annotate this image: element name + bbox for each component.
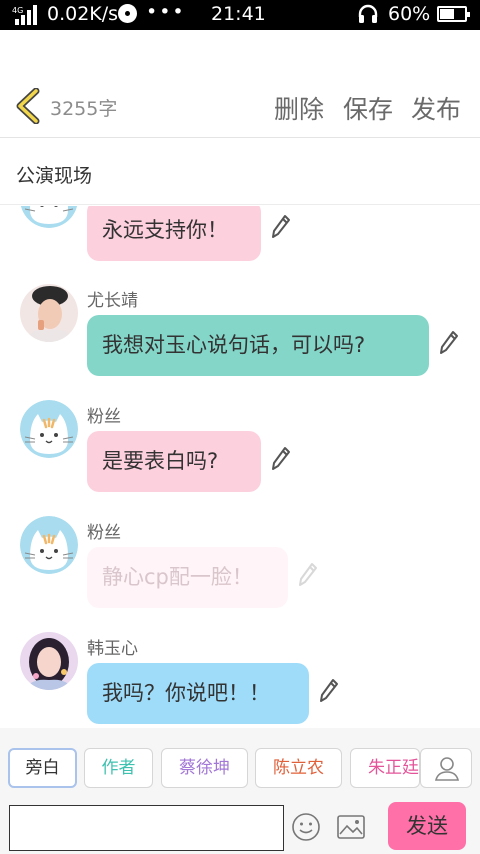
edit-pencil-icon[interactable] (298, 562, 318, 588)
role-label: 朱正廷 (368, 758, 419, 778)
cat-avatar-icon (20, 206, 78, 228)
role-zhuzhengting[interactable]: 朱正廷 (350, 748, 420, 788)
music-disc-icon (118, 4, 137, 23)
edit-pencil-icon[interactable] (439, 330, 459, 356)
role-label: 陈立农 (273, 758, 324, 778)
sender-name: 粉丝 (87, 407, 121, 427)
battery-percent: 60% (388, 3, 431, 25)
role-label: 作者 (101, 758, 136, 778)
add-role-button[interactable] (420, 748, 472, 788)
story-title: 公演现场 (16, 165, 93, 187)
image-icon[interactable] (336, 812, 366, 842)
message-text: 永远支持你！ (102, 218, 228, 242)
overflow-dots: ••• (146, 1, 186, 23)
sender-name: 韩玉心 (87, 639, 138, 659)
chat-bubble[interactable]: 我吗？你说吧！！ (87, 663, 309, 724)
role-label: 旁白 (25, 758, 60, 778)
role-selector: 旁白 作者 蔡徐坤 陈立农 朱正廷 (0, 728, 480, 800)
send-label: 发送 (406, 814, 448, 838)
man-avatar-icon (20, 284, 78, 342)
back-arrow-icon[interactable] (14, 88, 42, 124)
sender-name: 粉丝 (87, 523, 121, 543)
cat-avatar-icon (20, 516, 78, 574)
send-button[interactable]: 发送 (388, 802, 466, 850)
headphones-icon (358, 4, 378, 23)
clock: 21:41 (211, 3, 266, 25)
user-icon (434, 757, 460, 781)
message-text: 我吗？你说吧！！ (102, 681, 270, 705)
edit-pencil-icon[interactable] (271, 446, 291, 472)
sender-name: 尤长靖 (87, 291, 138, 311)
chat-bubble[interactable]: 永远支持你！ (87, 206, 261, 261)
role-chenlinong[interactable]: 陈立农 (255, 748, 342, 788)
net-tag: 4G (12, 6, 23, 15)
edit-pencil-icon[interactable] (271, 214, 291, 240)
save-button[interactable]: 保存 (343, 90, 393, 126)
delete-button[interactable]: 删除 (274, 90, 324, 126)
message-text: 我想对玉心说句话，可以吗? (102, 333, 366, 357)
role-author[interactable]: 作者 (84, 748, 153, 788)
network-speed: 0.02K/s (47, 3, 119, 25)
story-title-bar[interactable]: 公演现场 (0, 139, 480, 205)
chat-bubble[interactable]: 静心cp配一脸！ (87, 547, 288, 608)
chat-list[interactable]: 永远支持你！ 尤长靖 我想对玉心说句话，可以吗? 粉丝 是要表白吗? 粉丝 静心… (0, 206, 480, 728)
role-narrator[interactable]: 旁白 (8, 748, 77, 788)
role-label: 蔡徐坤 (179, 758, 230, 778)
status-bar: 4G 0.02K/s ••• 21:41 60% (0, 0, 480, 30)
chat-bubble[interactable]: 我想对玉心说句话，可以吗? (87, 315, 429, 376)
girl-avatar-icon (20, 632, 78, 690)
chat-bubble[interactable]: 是要表白吗? (87, 431, 261, 492)
message-input[interactable] (9, 805, 284, 851)
battery-icon (437, 6, 470, 22)
edit-pencil-icon[interactable] (319, 678, 339, 704)
emoji-icon[interactable] (291, 812, 321, 842)
word-count: 3255字 (50, 98, 118, 120)
input-bar: 发送 (0, 800, 480, 854)
publish-button[interactable]: 发布 (411, 90, 461, 126)
editor-header: 3255字 删除 保存 发布 (0, 30, 480, 138)
message-text: 静心cp配一脸！ (102, 565, 253, 589)
signal-icon: 4G (12, 5, 37, 25)
message-text: 是要表白吗? (102, 449, 219, 473)
role-caixukun[interactable]: 蔡徐坤 (161, 748, 248, 788)
cat-avatar-icon (20, 400, 78, 458)
